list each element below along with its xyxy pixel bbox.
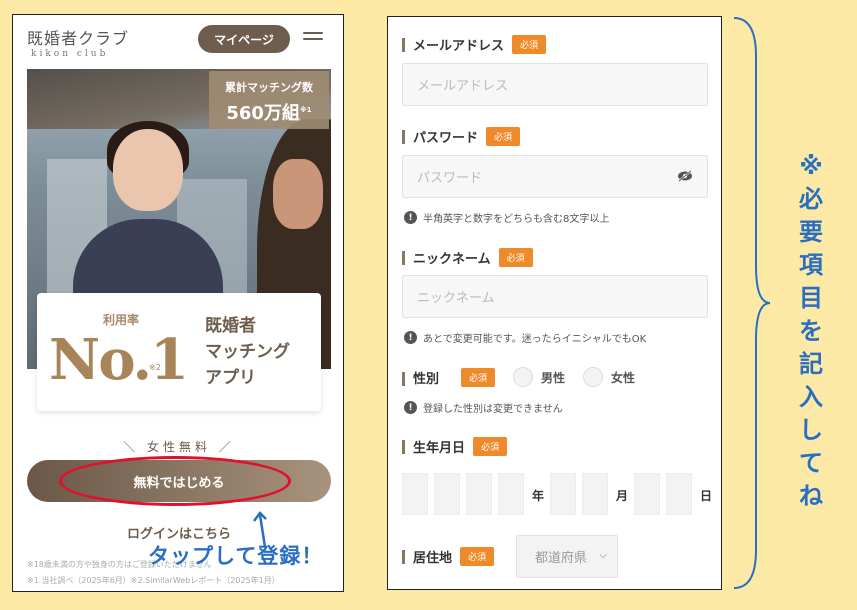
hamburger-menu-icon[interactable]	[303, 32, 323, 46]
usage-label: 利用率	[103, 313, 140, 327]
gender-hint: ! 登録した性別は変更できません	[404, 400, 563, 415]
email-label: メールアドレス 必須	[402, 35, 547, 54]
gender-label: 性別	[402, 368, 439, 387]
logo-en: kikon club	[31, 49, 109, 59]
info-icon: !	[404, 211, 417, 224]
nickname-label: ニックネーム 必須	[402, 248, 533, 267]
password-input[interactable]: パスワード	[402, 155, 708, 198]
chevron-down-icon: ⌵	[599, 550, 607, 561]
password-label: パスワード 必須	[402, 127, 521, 146]
year-digit-4[interactable]	[498, 473, 524, 515]
month-digit-1[interactable]	[550, 473, 576, 515]
registration-form: メールアドレス 必須 メールアドレス パスワード 必須 パスワード ! 半角英字と数字…	[387, 16, 722, 590]
required-badge: 必須	[461, 367, 496, 387]
password-hint: ! 半角英字と数字をどちらも含む8文字以上	[404, 210, 609, 225]
matching-count-badge: 累計マッチング数 560万組※1	[209, 71, 329, 129]
curly-brace	[733, 17, 771, 589]
mypage-button[interactable]: マイページ	[198, 25, 290, 53]
day-digit-2[interactable]	[666, 473, 692, 515]
no1-text: No.1	[49, 327, 189, 393]
prefecture-select[interactable]: 都道府県 ⌵	[516, 535, 618, 578]
required-badge: 必須	[486, 127, 521, 146]
day-digit-1[interactable]	[634, 473, 660, 515]
month-digit-2[interactable]	[582, 473, 608, 515]
landing-screen: 既婚者クラブ kikon club マイページ 累計マッチング数 560万組※1…	[12, 14, 344, 592]
required-badge: 必須	[512, 35, 547, 54]
residence-label: 居住地 必須	[402, 547, 495, 566]
logo[interactable]: 既婚者クラブ kikon club	[27, 25, 129, 59]
month-unit: 月	[616, 489, 629, 503]
header: 既婚者クラブ kikon club マイページ	[13, 15, 343, 67]
year-digit-2[interactable]	[434, 473, 460, 515]
eye-off-icon[interactable]	[677, 170, 693, 182]
info-icon: !	[404, 331, 417, 344]
no1-card: 利用率 No.1 ※2 既婚者 マッチング アプリ	[37, 293, 321, 411]
radio-female	[583, 367, 604, 387]
email-input[interactable]: メールアドレス	[402, 63, 708, 106]
required-annotation: ※ 必要項目を記入してね	[799, 152, 823, 510]
birthdate-label: 生年月日 必須	[402, 437, 508, 456]
gender-row: 性別 必須 男性 女性	[402, 367, 635, 387]
no1-note: ※2	[149, 363, 161, 372]
required-badge: 必須	[473, 437, 508, 456]
highlight-circle	[59, 456, 291, 506]
year-digit-1[interactable]	[402, 473, 428, 515]
footnote-sources: ※1.当社調べ（2025年6月）※2.SimilarWebレポート（2025年1…	[27, 576, 280, 585]
tap-annotation: タップして登録！	[148, 544, 324, 568]
nickname-hint: ! あとで変更可能です。迷ったらイニシャルでもOK	[404, 330, 646, 345]
radio-male	[513, 367, 534, 387]
gender-male-option[interactable]: 男性	[513, 367, 565, 387]
year-digit-3[interactable]	[466, 473, 492, 515]
nickname-input[interactable]: ニックネーム	[402, 275, 708, 318]
info-icon: !	[404, 401, 417, 414]
category-text: 既婚者 マッチング アプリ	[205, 316, 290, 388]
free-label: ＼ 女性無料 ／	[123, 440, 235, 454]
stat-value: 560万組※1	[226, 103, 312, 124]
year-unit: 年	[532, 489, 545, 503]
required-badge: 必須	[498, 248, 533, 267]
gender-female-option[interactable]: 女性	[583, 367, 635, 387]
logo-jp: 既婚者クラブ	[27, 29, 130, 48]
day-unit: 日	[700, 489, 713, 503]
stat-label: 累計マッチング数	[225, 81, 313, 94]
required-badge: 必須	[460, 547, 495, 566]
